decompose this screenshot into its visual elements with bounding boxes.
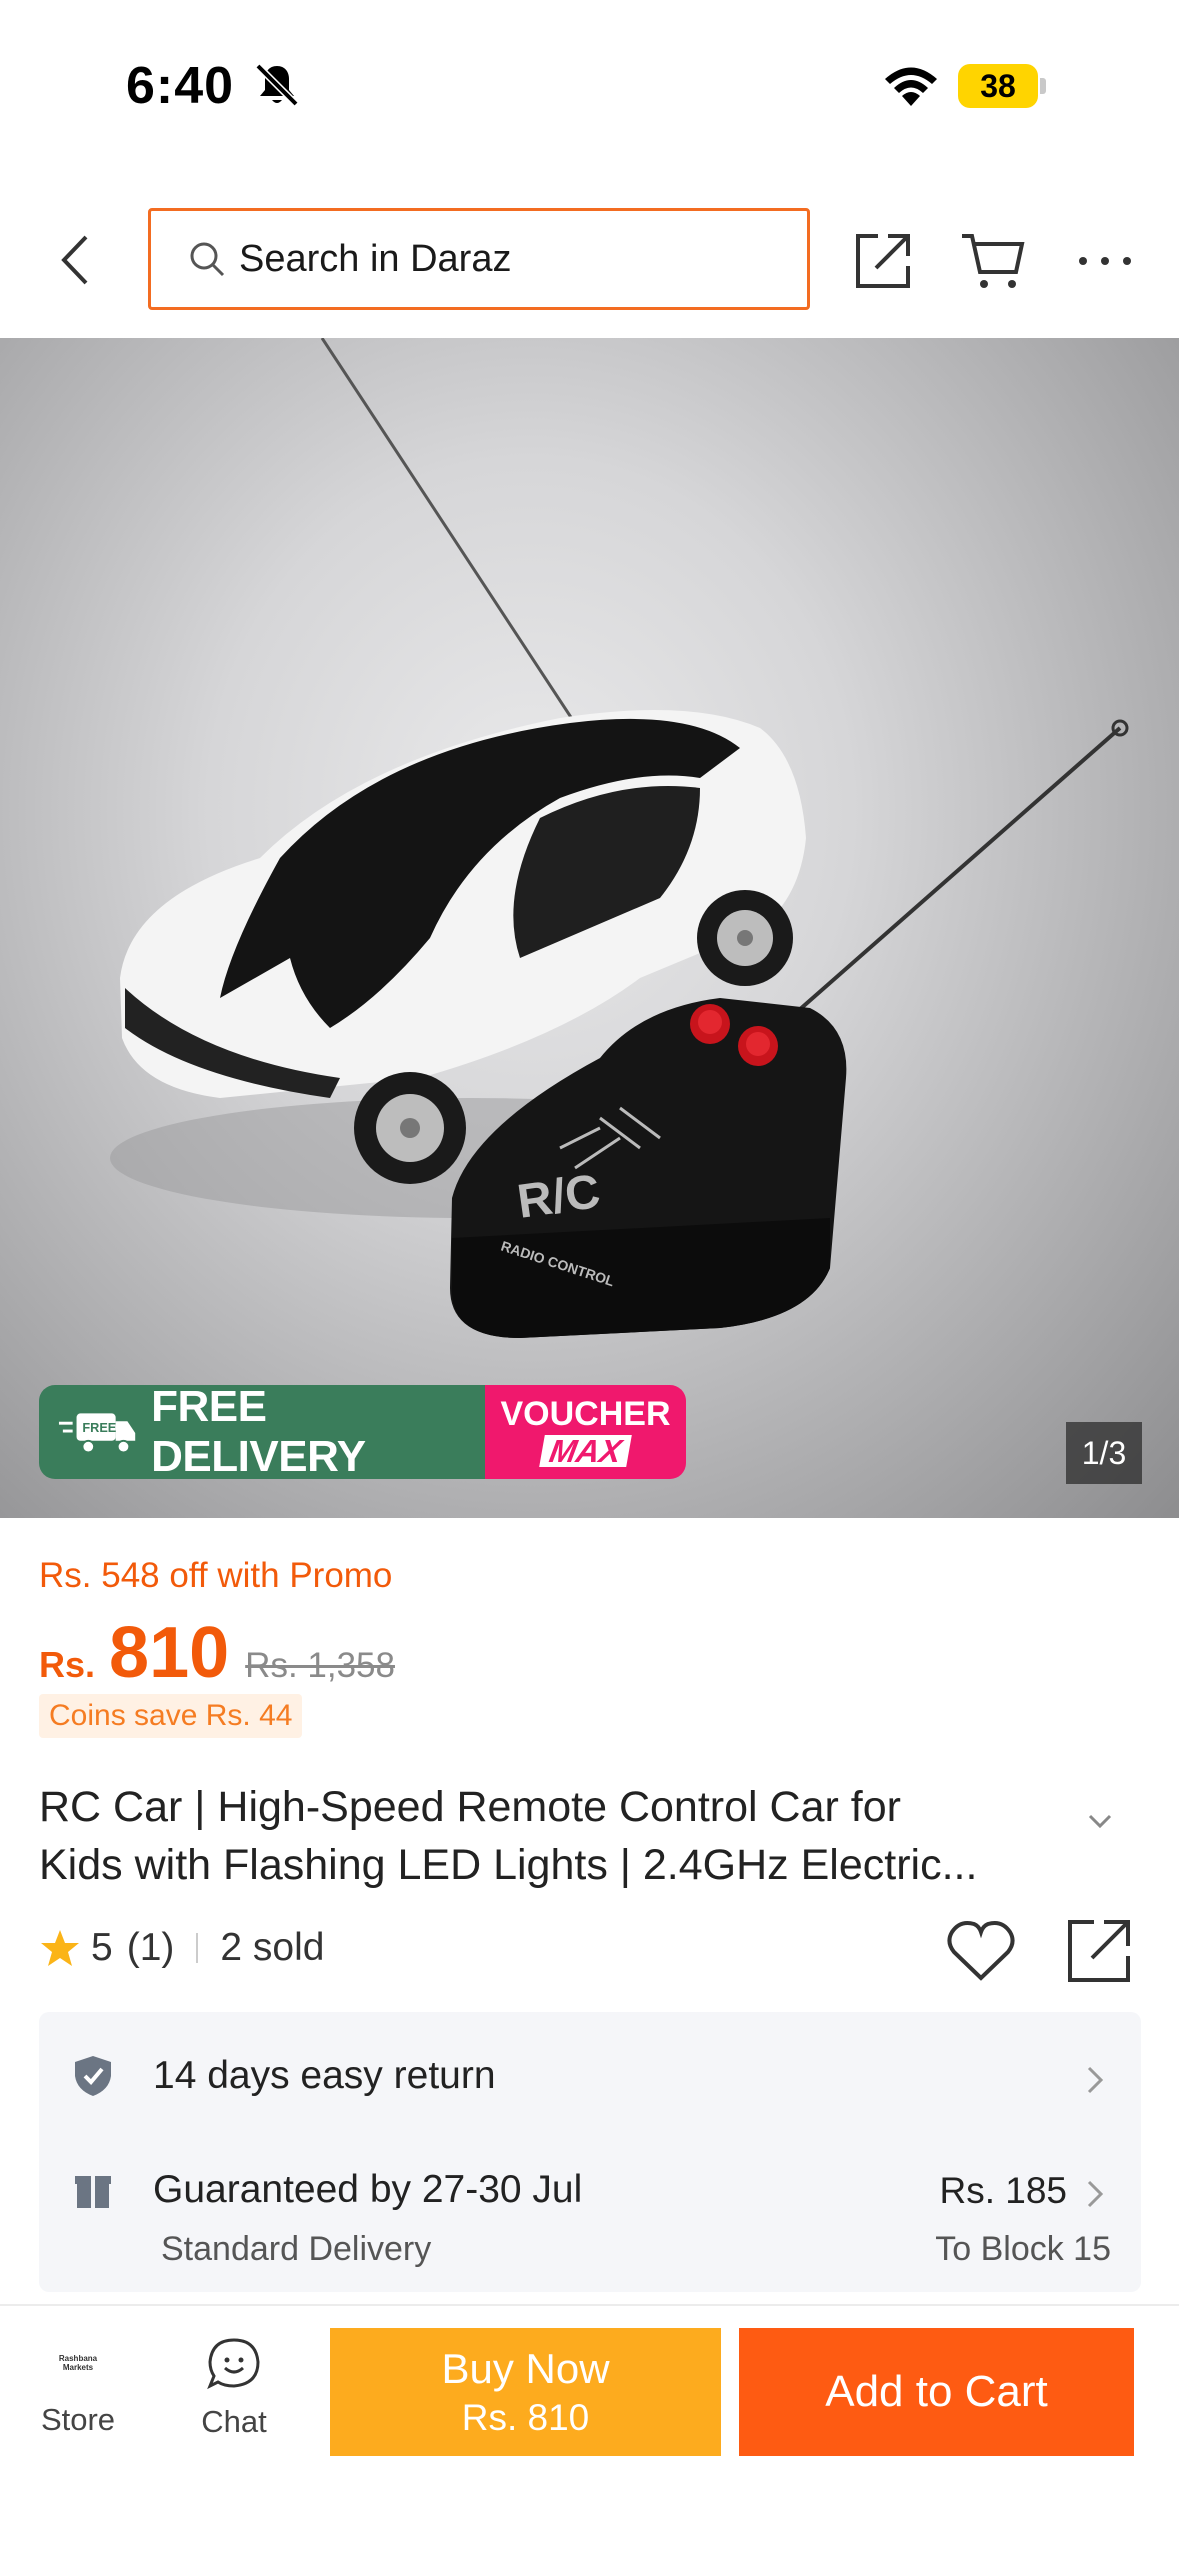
delivery-row[interactable]: Guaranteed by 27-30 Jul	[73, 2168, 582, 2212]
more-button[interactable]	[1070, 226, 1140, 296]
shipping-price: Rs. 185	[939, 2170, 1067, 2211]
add-to-cart-button[interactable]: Add to Cart	[739, 2328, 1134, 2456]
battery-indicator: 38	[958, 64, 1038, 108]
chevron-right-icon[interactable]	[1081, 2176, 1107, 2212]
guarantee-text: Guaranteed by 27-30 Jul	[153, 2168, 583, 2211]
cart-button[interactable]	[958, 226, 1028, 296]
store-label: Store	[40, 2402, 116, 2437]
product-title[interactable]: RC Car | High-Speed Remote Control Car f…	[39, 1778, 1059, 1894]
title-line-1: RC Car | High-Speed Remote Control Car f…	[39, 1783, 901, 1831]
delivery-truck-icon: FREE	[58, 1413, 136, 1454]
back-button[interactable]	[40, 220, 110, 300]
sold-count: 2 sold	[220, 1926, 325, 1969]
bottom-action-bar: Rashbana Markets Store Chat Buy Now Rs. …	[0, 2304, 1179, 2556]
store-button[interactable]: Rashbana Markets Store	[20, 2330, 136, 2470]
free-delivery-badge: FREE FREE DELIVERY	[39, 1382, 485, 1481]
buy-now-price: Rs. 810	[461, 2397, 590, 2438]
buy-now-button[interactable]: Buy Now Rs. 810	[330, 2328, 721, 2456]
status-bar: 6:40 38	[0, 0, 1179, 180]
more-icon	[1079, 257, 1131, 265]
info-card: 14 days easy return Guaranteed by 27-30 …	[39, 2012, 1141, 2292]
chat-label: Chat	[201, 2404, 267, 2439]
rating-row[interactable]: 5 (1) 2 sold	[39, 1926, 324, 1970]
voucher-label: VOUCHER	[500, 1395, 671, 1433]
chevron-down-icon[interactable]	[1080, 1806, 1120, 1836]
store-logo: Rashbana Markets	[58, 2354, 98, 2372]
shield-check-icon	[75, 2056, 111, 2096]
price-value: 810	[109, 1613, 230, 1693]
voucher-max-badge: VOUCHER MAX	[485, 1385, 686, 1479]
divider	[196, 1933, 199, 1963]
top-header: Search in Daraz	[0, 190, 1179, 340]
delivery-type: Standard Delivery	[161, 2230, 432, 2268]
share-icon[interactable]	[1064, 1916, 1134, 1986]
battery-tip	[1040, 78, 1046, 94]
rating-value: 5	[91, 1926, 113, 1969]
image-counter: 1/3	[1066, 1422, 1142, 1484]
star-icon	[41, 1930, 79, 1966]
search-placeholder: Search in Daraz	[239, 237, 512, 280]
return-policy-text: 14 days easy return	[153, 2054, 496, 2097]
chat-icon	[207, 2338, 260, 2390]
search-input[interactable]: Search in Daraz	[148, 208, 810, 310]
price-currency: Rs.	[39, 1644, 96, 1685]
share-button[interactable]	[848, 226, 918, 296]
title-line-2: Kids with Flashing LED Lights | 2.4GHz E…	[39, 1841, 978, 1889]
original-price: Rs. 1,358	[245, 1646, 395, 1685]
free-tag: FREE	[82, 1421, 116, 1435]
ship-to-location: To Block 15	[935, 2230, 1111, 2268]
chevron-left-icon	[61, 235, 88, 285]
free-delivery-label: FREE DELIVERY	[151, 1382, 366, 1481]
buy-now-label: Buy Now	[441, 2345, 610, 2392]
return-policy-row[interactable]: 14 days easy return	[73, 2054, 496, 2098]
rating-count: (1)	[126, 1926, 175, 1969]
gift-box-icon	[75, 2176, 111, 2208]
status-time: 6:40	[126, 57, 235, 115]
wifi-icon	[885, 67, 937, 106]
promo-text[interactable]: Rs. 548 off with Promo	[39, 1556, 392, 1596]
share-icon	[856, 234, 910, 288]
chat-button[interactable]: Chat	[176, 2330, 292, 2470]
chevron-right-icon[interactable]	[1081, 2062, 1107, 2098]
bell-off-icon	[255, 63, 299, 107]
wishlist-heart-icon[interactable]	[944, 1916, 1018, 1986]
max-label: MAX	[539, 1433, 632, 1469]
product-image[interactable]: R/C RADIO CONTROL	[0, 338, 1179, 1518]
price-row: Rs. 810 Rs. 1,358	[39, 1612, 395, 1694]
rc-car-illustration: R/C RADIO CONTROL	[110, 338, 1129, 1338]
cart-icon	[962, 234, 1025, 288]
search-icon	[190, 242, 225, 277]
coins-badge: Coins save Rs. 44	[39, 1694, 303, 1738]
